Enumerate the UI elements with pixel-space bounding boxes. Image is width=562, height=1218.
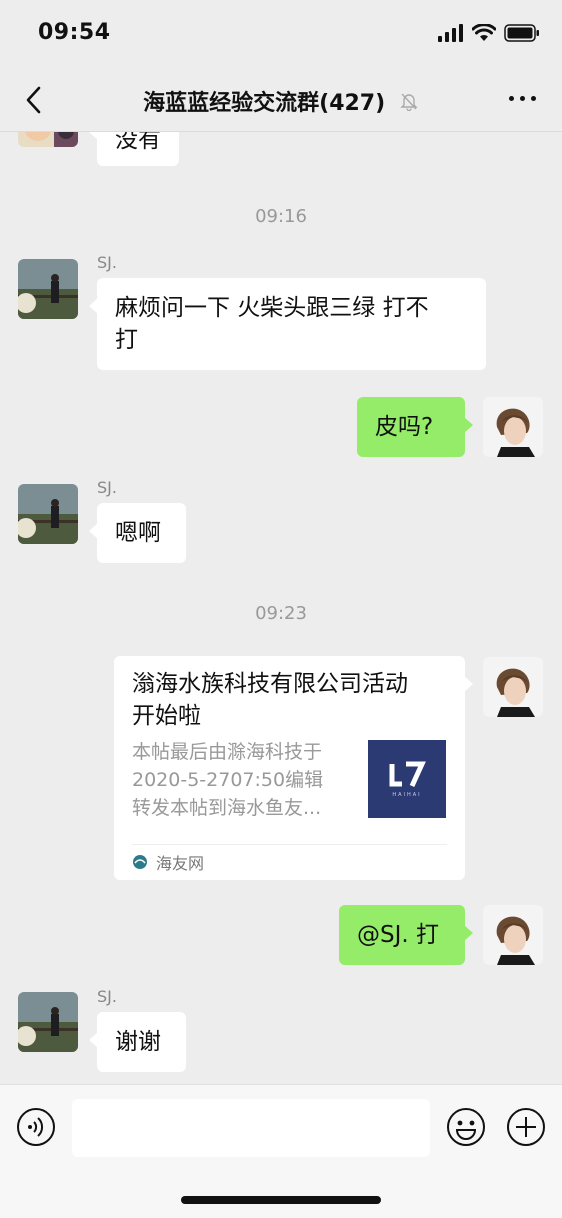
timestamp: 09:23 [255, 603, 307, 624]
link-card-description: 本帖最后由滁海科技于 2020-5-2707:50编辑 转发本帖到海水鱼友... [132, 738, 356, 822]
message-bubble[interactable]: 没有 [89, 132, 179, 166]
bell-slash-icon [400, 93, 418, 111]
message-text: 嗯啊 [115, 520, 161, 546]
status-time: 09:54 [38, 20, 111, 45]
ellipsis-dot [509, 96, 514, 101]
battery-icon [504, 24, 539, 42]
voice-icon [17, 1108, 55, 1146]
voice-button[interactable] [16, 1107, 56, 1147]
status-icons [438, 24, 540, 42]
status-bar: 09:54 [0, 0, 562, 68]
chat-title: 海蓝蓝经验交流群(427) [143, 91, 386, 116]
message-list[interactable]: 没有 09:16 SJ. 麻烦问一下 火柴头跟三绿 打不 打 皮吗? SJ. 嗯… [0, 132, 562, 1084]
avatar-self[interactable] [483, 905, 543, 965]
message-text: 没有 [115, 132, 161, 153]
message-bubble[interactable]: 谢谢 [89, 1012, 186, 1072]
link-card-desc-line: 本帖最后由滁海科技于 [132, 741, 323, 763]
signal-icon [438, 24, 463, 42]
link-card-desc-line: 转发本帖到海水鱼友... [132, 797, 322, 819]
chat-title-wrap: 海蓝蓝经验交流群(427) [0, 85, 562, 117]
smiley-icon [447, 1108, 485, 1146]
sender-name: SJ. [97, 478, 117, 497]
sender-name: SJ. [97, 253, 117, 272]
message-text-line: 麻烦问一下 火柴头跟三绿 打不 [115, 295, 429, 321]
message-text: 谢谢 [115, 1029, 161, 1055]
more-button[interactable] [509, 96, 536, 101]
message-text-line: 打 [115, 327, 138, 353]
message-input[interactable] [72, 1099, 430, 1157]
message-bubble-self[interactable]: @SJ. 打 [339, 905, 473, 965]
avatar-self[interactable] [483, 397, 543, 457]
link-card-thumbnail: HAIHAI [368, 740, 446, 818]
link-card-source-name: 海友网 [156, 854, 205, 873]
more-actions-button[interactable] [506, 1107, 546, 1147]
link-card-source: 海友网 [132, 850, 204, 874]
ellipsis-dot [520, 96, 525, 101]
home-indicator[interactable] [181, 1196, 381, 1204]
avatar-sj[interactable] [18, 484, 78, 544]
link-card-thumb-text: HAIHAI [392, 792, 421, 798]
message-text: 皮吗? [375, 414, 434, 440]
message-bubble[interactable]: 嗯啊 [89, 503, 186, 563]
wifi-icon [472, 24, 496, 41]
timestamp: 09:16 [255, 206, 307, 227]
emoji-button[interactable] [446, 1107, 486, 1147]
avatar-other[interactable] [18, 132, 78, 147]
ellipsis-dot [531, 96, 536, 101]
link-card-title-line: 滃海水族科技有限公司活动 [132, 671, 408, 697]
avatar-sj[interactable] [18, 259, 78, 319]
link-card-title-line: 开始啦 [132, 703, 201, 729]
link-card-desc-line: 2020-5-2707:50编辑 [132, 769, 324, 791]
link-card-title: 滃海水族科技有限公司活动 开始啦 [132, 668, 452, 732]
chat-header: 海蓝蓝经验交流群(427) [0, 68, 562, 132]
message-bubble[interactable]: 麻烦问一下 火柴头跟三绿 打不 打 [89, 278, 486, 370]
message-text: @SJ. 打 [357, 922, 440, 948]
sender-name: SJ. [97, 987, 117, 1006]
site-logo-icon [133, 855, 147, 869]
divider [132, 844, 447, 845]
avatar-self[interactable] [483, 657, 543, 717]
message-bubble-self[interactable]: 皮吗? [357, 397, 473, 457]
avatar-sj[interactable] [18, 992, 78, 1052]
link-card[interactable]: 滃海水族科技有限公司活动 开始啦 本帖最后由滁海科技于 2020-5-2707:… [114, 656, 473, 880]
plus-icon [507, 1108, 545, 1146]
